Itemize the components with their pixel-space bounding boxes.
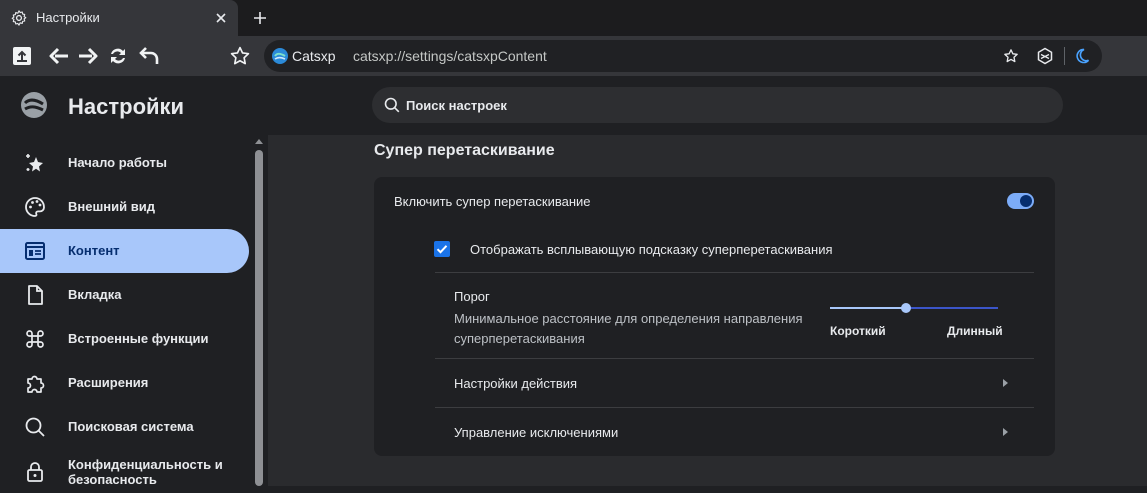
sidebar-item-label: Внешний вид <box>68 199 155 214</box>
divider <box>435 407 1034 408</box>
divider <box>435 272 1034 273</box>
sidebar-item-getting-started[interactable]: Начало работы <box>0 141 249 185</box>
catsxp-logo-icon <box>272 48 288 64</box>
threshold-label: Порог <box>454 289 490 304</box>
checkmark-icon <box>436 245 448 254</box>
upload-icon[interactable] <box>10 44 34 68</box>
divider <box>435 358 1034 359</box>
enable-super-drag-label: Включить супер перетаскивание <box>394 194 591 209</box>
sidebar-item-appearance[interactable]: Внешний вид <box>0 185 249 229</box>
scrollbar-thumb[interactable] <box>255 150 263 486</box>
search-input[interactable] <box>406 96 906 114</box>
search-icon <box>24 416 46 438</box>
exceptions-label[interactable]: Управление исключениями <box>454 425 618 440</box>
sidebar-item-label: Вкладка <box>68 287 122 302</box>
sidebar-item-label: Поисковая система <box>68 419 194 434</box>
slider-track-filled <box>830 307 906 309</box>
palette-icon <box>24 196 46 218</box>
tab-title: Настройки <box>36 10 100 25</box>
action-settings-label[interactable]: Настройки действия <box>454 376 577 391</box>
url-text[interactable]: catsxp://settings/catsxpContent <box>353 48 547 64</box>
sidebar-item-builtin-features[interactable]: Встроенные функции <box>0 317 249 361</box>
slider-min-label: Короткий <box>830 324 886 338</box>
threshold-description: Минимальное расстояние для определения н… <box>454 311 803 346</box>
divider <box>1064 47 1065 65</box>
content-window-icon <box>24 240 46 262</box>
forward-arrow-icon[interactable] <box>76 44 100 68</box>
close-icon[interactable] <box>212 9 230 27</box>
sidebar: Начало работы Внешний вид Контент Вкладк… <box>0 135 250 487</box>
chevron-right-icon[interactable] <box>1001 427 1009 437</box>
chevron-right-icon[interactable] <box>1001 378 1009 388</box>
bookmark-star-icon[interactable] <box>228 44 252 68</box>
settings-header: Настройки <box>0 76 1147 135</box>
sidebar-item-content[interactable]: Контент <box>0 229 249 273</box>
sidebar-item-label: Расширения <box>68 375 149 390</box>
extension-cube-icon[interactable] <box>1036 47 1054 65</box>
search-box[interactable] <box>372 87 1063 123</box>
tab-settings[interactable]: Настройки <box>0 0 238 36</box>
document-icon <box>24 284 46 306</box>
catsxp-logo-icon <box>20 91 48 119</box>
lock-icon <box>24 460 46 482</box>
sidebar-item-label: Конфиденциальность и безопасность <box>68 457 223 487</box>
threshold-slider[interactable] <box>830 300 998 318</box>
toggle-knob <box>1020 195 1032 207</box>
address-bar[interactable]: Catsxp catsxp://settings/catsxpContent <box>264 40 1102 72</box>
sidebar-item-privacy[interactable]: Конфиденциальность и безопасность <box>0 449 249 493</box>
puzzle-icon <box>24 372 46 394</box>
sidebar-item-tab[interactable]: Вкладка <box>0 273 249 317</box>
enable-super-drag-toggle[interactable] <box>1007 193 1034 209</box>
sparkle-star-icon <box>24 152 46 174</box>
sidebar-item-extensions[interactable]: Расширения <box>0 361 249 405</box>
section-title: Супер перетаскивание <box>374 142 555 159</box>
toolbar: Catsxp catsxp://settings/catsxpContent <box>0 36 1147 76</box>
reload-icon[interactable] <box>106 44 130 68</box>
gear-icon <box>10 9 28 27</box>
star-icon[interactable] <box>1003 48 1019 64</box>
sidebar-item-search-engine[interactable]: Поисковая система <box>0 405 249 449</box>
command-icon <box>24 328 46 350</box>
tab-strip: Настройки <box>0 0 1147 36</box>
slider-max-label: Длинный <box>947 324 1003 338</box>
undo-icon[interactable] <box>137 44 161 68</box>
scroll-up-arrow-icon[interactable] <box>254 137 264 145</box>
back-arrow-icon[interactable] <box>47 44 71 68</box>
site-name: Catsxp <box>292 48 336 64</box>
sidebar-item-label: Встроенные функции <box>68 331 209 346</box>
moon-icon[interactable] <box>1074 48 1090 64</box>
search-icon <box>384 97 400 113</box>
slider-knob[interactable] <box>901 303 911 313</box>
slider-track-empty <box>906 307 998 309</box>
plus-icon[interactable] <box>250 8 270 28</box>
sidebar-item-label: Начало работы <box>68 155 167 170</box>
sidebar-item-label: Контент <box>68 243 120 258</box>
tooltip-label: Отображать всплывающую подсказку суперпе… <box>470 242 833 257</box>
page-title: Настройки <box>68 94 185 119</box>
tooltip-checkbox[interactable] <box>434 241 450 257</box>
